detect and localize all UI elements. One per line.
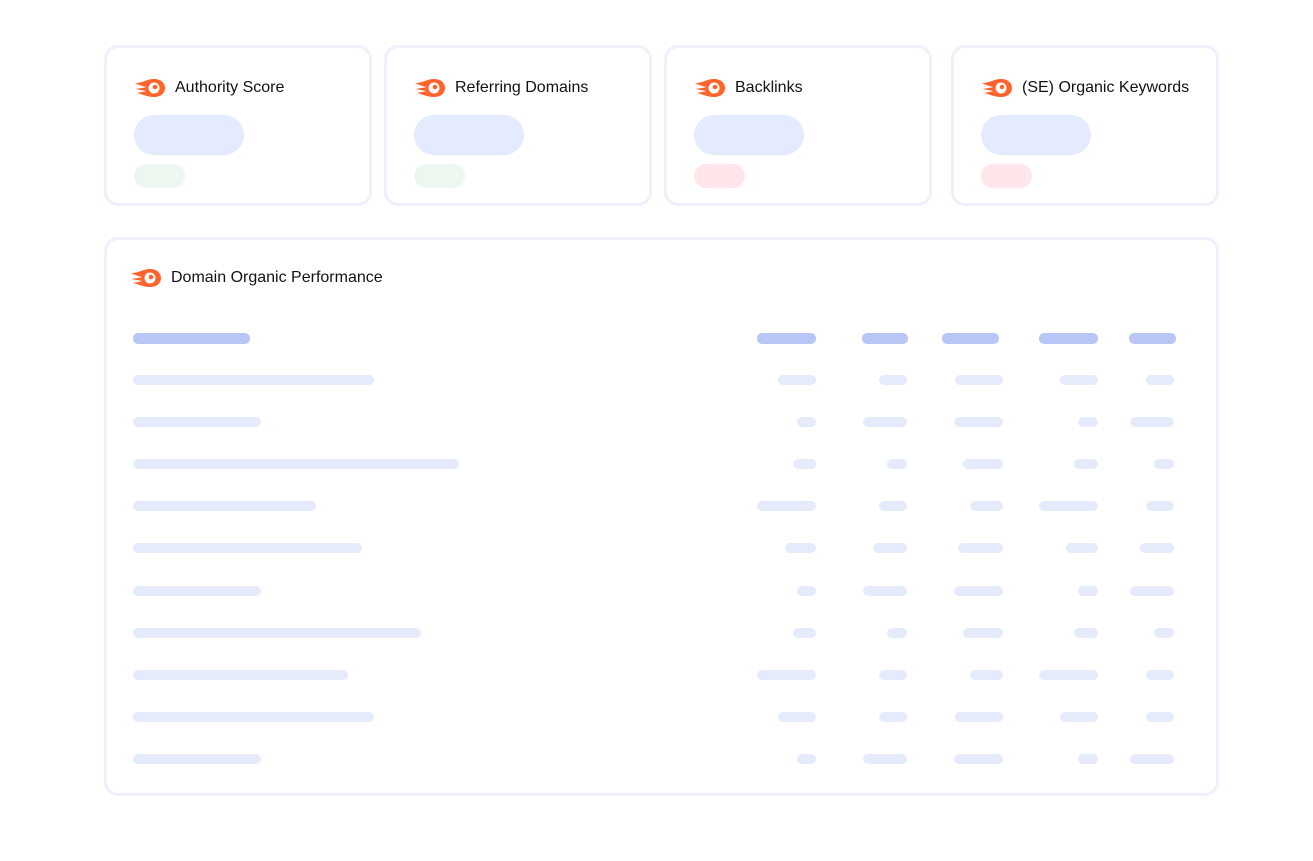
cell-placeholder [954,417,1003,427]
cell-placeholder [1146,712,1174,722]
column-header-placeholder [133,333,250,344]
trend-placeholder [981,164,1032,188]
cell-placeholder [1146,501,1174,511]
cell-placeholder [879,712,907,722]
widget-title: (SE) Organic Keywords [1022,79,1190,96]
cell-placeholder [1130,586,1174,596]
cell-placeholder [1146,375,1174,385]
cell-placeholder [955,375,1003,385]
column-header-placeholder [1039,333,1098,344]
semrush-logo-icon [982,78,1012,98]
cell-placeholder [785,543,816,553]
trend-placeholder [414,164,465,188]
cell-placeholder [879,375,907,385]
cell-placeholder [970,670,1003,680]
cell-placeholder [954,754,1003,764]
cell-placeholder [863,586,907,596]
cell-placeholder [757,670,816,680]
cell-placeholder [1074,628,1098,638]
metric-value-placeholder [134,115,244,155]
cell-placeholder [1074,459,1098,469]
cell-placeholder [1078,586,1098,596]
cell-placeholder [797,586,816,596]
cell-placeholder [793,459,816,469]
row-label-placeholder [133,628,421,638]
cell-placeholder [863,754,907,764]
cell-placeholder [1060,375,1098,385]
widget-title: Authority Score [175,79,285,96]
column-header-placeholder [757,333,816,344]
row-label-placeholder [133,375,374,385]
cell-placeholder [1140,543,1174,553]
referring-domains-card: Referring Domains [384,45,652,206]
cell-placeholder [1078,754,1098,764]
metric-value-placeholder [694,115,804,155]
cell-placeholder [1066,543,1098,553]
trend-placeholder [694,164,745,188]
trend-placeholder [134,164,185,188]
cell-placeholder [863,417,907,427]
metric-value-placeholder [981,115,1091,155]
cell-placeholder [1130,754,1174,764]
row-label-placeholder [133,670,348,680]
backlinks-card: Backlinks [664,45,932,206]
semrush-logo-icon [415,78,445,98]
cell-placeholder [1146,670,1174,680]
row-label-placeholder [133,501,316,511]
column-header-placeholder [1129,333,1176,344]
cell-placeholder [757,501,816,511]
cell-placeholder [1130,417,1174,427]
cell-placeholder [1060,712,1098,722]
cell-placeholder [958,543,1003,553]
cell-placeholder [1039,501,1098,511]
cell-placeholder [1154,459,1174,469]
cell-placeholder [1078,417,1098,427]
cell-placeholder [887,459,907,469]
cell-placeholder [970,501,1003,511]
cell-placeholder [873,543,907,553]
cell-placeholder [879,670,907,680]
cell-placeholder [778,712,816,722]
section-title: Domain Organic Performance [171,269,383,286]
cell-placeholder [954,586,1003,596]
column-header-placeholder [942,333,999,344]
cell-placeholder [797,754,816,764]
row-label-placeholder [133,543,362,553]
semrush-logo-icon [695,78,725,98]
cell-placeholder [778,375,816,385]
cell-placeholder [797,417,816,427]
widget-title: Backlinks [735,79,803,96]
row-label-placeholder [133,754,261,764]
cell-placeholder [963,628,1003,638]
cell-placeholder [1039,670,1098,680]
widget-title: Referring Domains [455,79,589,96]
row-label-placeholder [133,712,374,722]
column-header-placeholder [862,333,908,344]
domain-organic-performance-card: Domain Organic Performance [104,237,1219,796]
cell-placeholder [955,712,1003,722]
cell-placeholder [963,459,1003,469]
organic-keywords-card: (SE) Organic Keywords [951,45,1219,206]
row-label-placeholder [133,586,261,596]
cell-placeholder [887,628,907,638]
semrush-logo-icon [135,78,165,98]
cell-placeholder [1154,628,1174,638]
semrush-logo-icon [131,268,161,288]
authority-score-card: Authority Score [104,45,372,206]
row-label-placeholder [133,459,459,469]
row-label-placeholder [133,417,261,427]
metric-value-placeholder [414,115,524,155]
cell-placeholder [793,628,816,638]
cell-placeholder [879,501,907,511]
